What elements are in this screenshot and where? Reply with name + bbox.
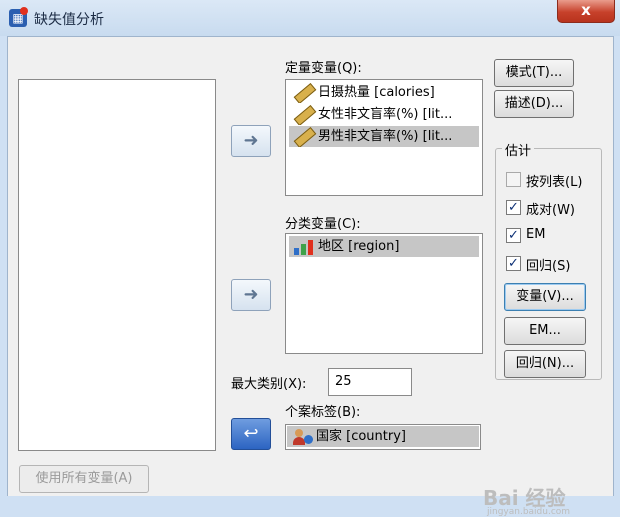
ruler-icon [293,126,317,147]
list-item[interactable]: 国家 [country] [287,426,479,447]
max-categories-input[interactable]: 25 [328,368,412,396]
list-item-label: 女性非文盲率(%) [lit... [318,107,453,122]
arrow-left-icon: ↩ [243,423,259,444]
watermark: Bai 经验 jingyan.baidu.com [483,482,570,517]
list-item[interactable]: 地区 [region] [289,236,479,257]
regression-checkbox[interactable]: ✓ [506,256,521,271]
list-item-label: 地区 [region] [318,239,400,254]
categorical-variable-list[interactable]: 地区 [region] [285,233,483,354]
arrow-right-icon: ➜ [243,284,259,305]
source-variable-list[interactable] [18,79,216,451]
em-checkbox[interactable]: ✓ [506,228,521,243]
watermark-subtext: jingyan.baidu.com [487,507,571,517]
list-item-label: 男性非文盲率(%) [lit... [318,129,453,144]
descriptives-button[interactable]: 描述(D)... [494,90,574,118]
use-all-variables-button[interactable]: 使用所有变量(A) [19,465,149,493]
ruler-icon [293,104,317,125]
move-to-case-labels-button[interactable]: ↩ [231,418,271,450]
title-bar: ▦ 缺失值分析 x [0,0,620,36]
regression-button[interactable]: 回归(N)... [504,350,586,378]
max-categories-label: 最大类别(X): [231,377,307,392]
em-button[interactable]: EM... [504,317,586,345]
listwise-label: 按列表(L) [526,175,583,190]
window-title: 缺失值分析 [34,12,104,28]
regression-label: 回归(S) [526,259,571,274]
estimation-legend: 估计 [502,140,535,159]
list-item[interactable]: 男性非文盲率(%) [lit... [289,126,479,147]
quantitative-label: 定量变量(Q): [285,61,362,76]
bar-chart-icon [294,239,316,255]
listwise-checkbox[interactable] [506,172,521,187]
ruler-icon [293,82,317,103]
move-to-quantitative-button[interactable]: ➜ [231,125,271,157]
case-labels-field[interactable]: 国家 [country] [285,424,481,450]
list-item[interactable]: 日摄热量 [calories] [289,82,479,103]
quantitative-variable-list[interactable]: 日摄热量 [calories] 女性非文盲率(%) [lit... 男性非文盲率… [285,79,483,196]
app-icon: ▦ [9,7,28,27]
dialog-body: ➜ ➜ ↩ 定量变量(Q): 日摄热量 [calories] 女性非文盲率(%)… [7,36,614,517]
pairwise-label: 成对(W) [526,203,575,218]
variables-button[interactable]: 变量(V)... [504,283,586,311]
case-labels-label: 个案标签(B): [285,405,361,420]
list-item[interactable]: 女性非文盲率(%) [lit... [289,104,479,125]
categorical-label: 分类变量(C): [285,217,361,232]
move-to-categorical-button[interactable]: ➜ [231,279,271,311]
list-item-label: 日摄热量 [calories] [318,85,435,100]
pairwise-checkbox[interactable]: ✓ [506,200,521,215]
person-icon [293,429,313,445]
arrow-right-icon: ➜ [243,130,259,151]
patterns-button[interactable]: 模式(T)... [494,59,574,87]
list-item-label: 国家 [country] [316,429,406,444]
em-label: EM [526,227,546,242]
estimation-group: 估计 按列表(L) ✓ 成对(W) ✓ EM ✓ 回归(S) 变量(V)... … [495,140,602,380]
close-button[interactable]: x [557,0,615,23]
